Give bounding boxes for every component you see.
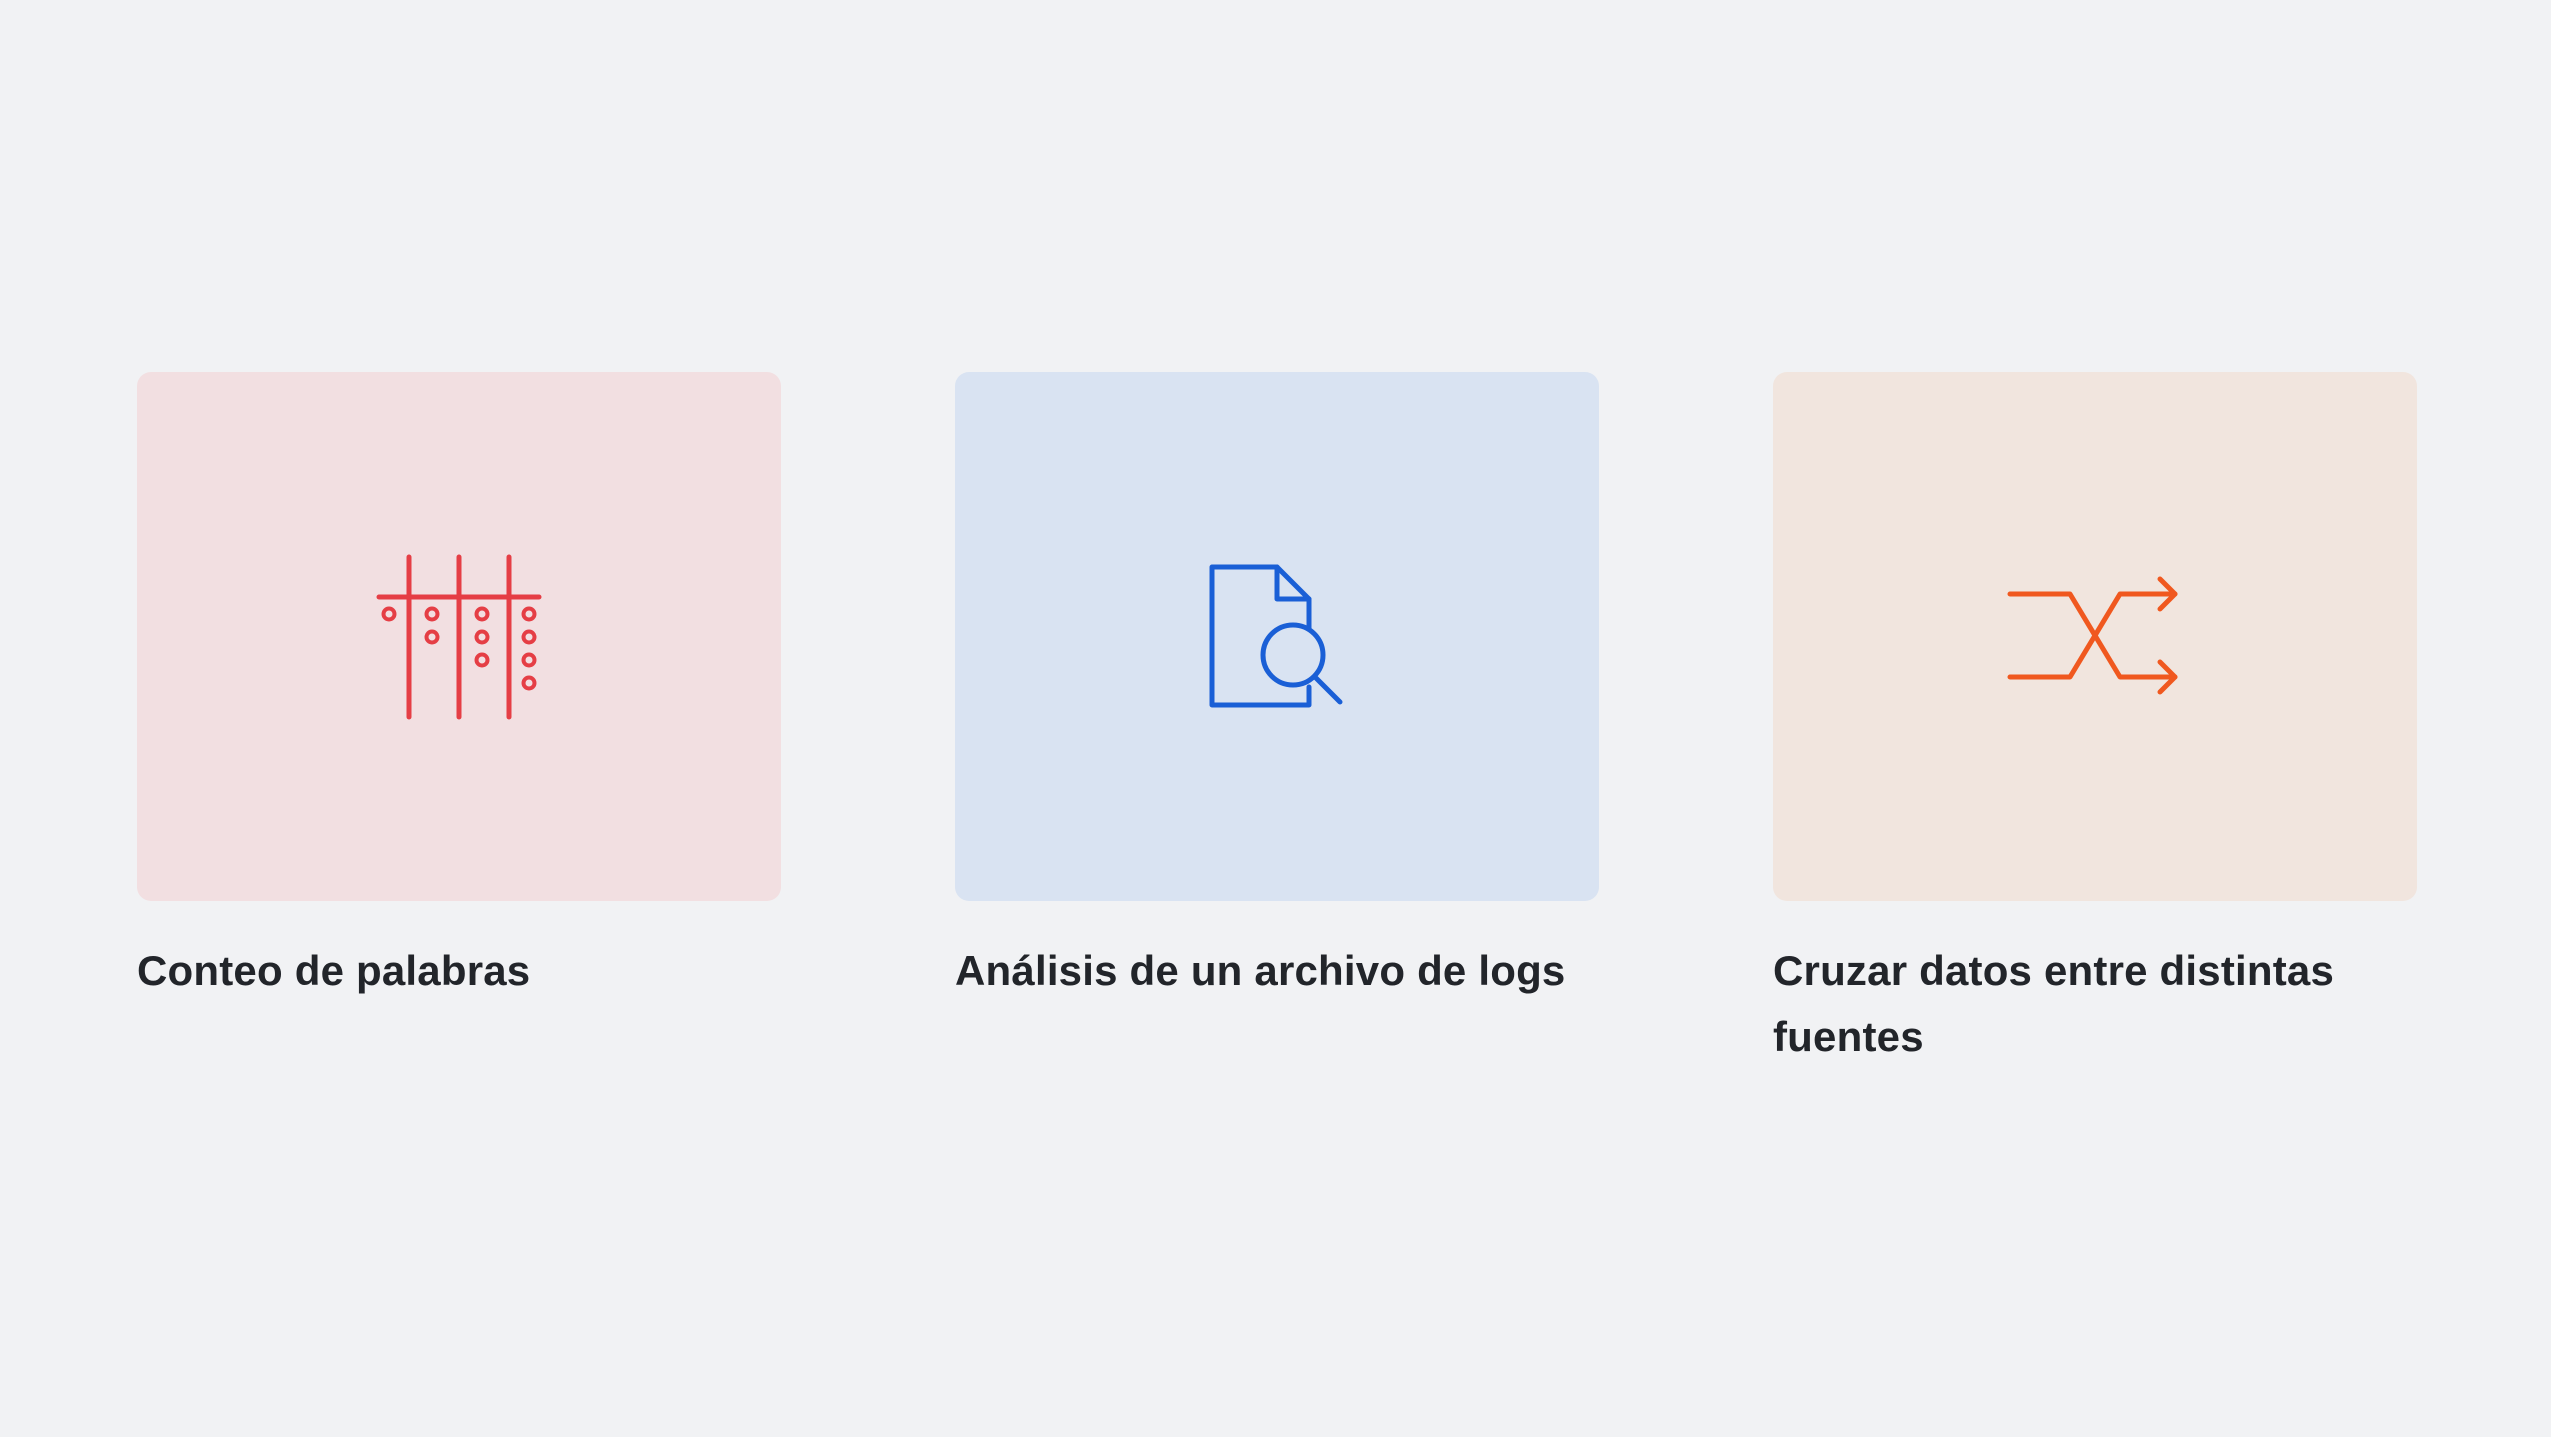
card-tile: [1773, 372, 2417, 901]
card-title: Conteo de palabras: [137, 947, 531, 994]
card-log-analysis[interactable]: Análisis de un archivo de logs: [955, 372, 1599, 1070]
cards-grid: Conteo de palabras Análisis de un archiv…: [137, 372, 2417, 1070]
card-tile: [137, 372, 781, 901]
card-cross-data[interactable]: Cruzar datos entre distintas fuentes: [1773, 372, 2417, 1070]
card-word-count[interactable]: Conteo de palabras: [137, 372, 781, 1070]
card-title: Análisis de un archivo de logs: [955, 947, 1566, 994]
tally-icon: [374, 552, 544, 722]
shuffle-icon: [2005, 569, 2185, 704]
card-title: Cruzar datos entre distintas fuentes: [1773, 947, 2335, 1060]
card-tile: [955, 372, 1599, 901]
document-search-icon: [1207, 562, 1347, 712]
